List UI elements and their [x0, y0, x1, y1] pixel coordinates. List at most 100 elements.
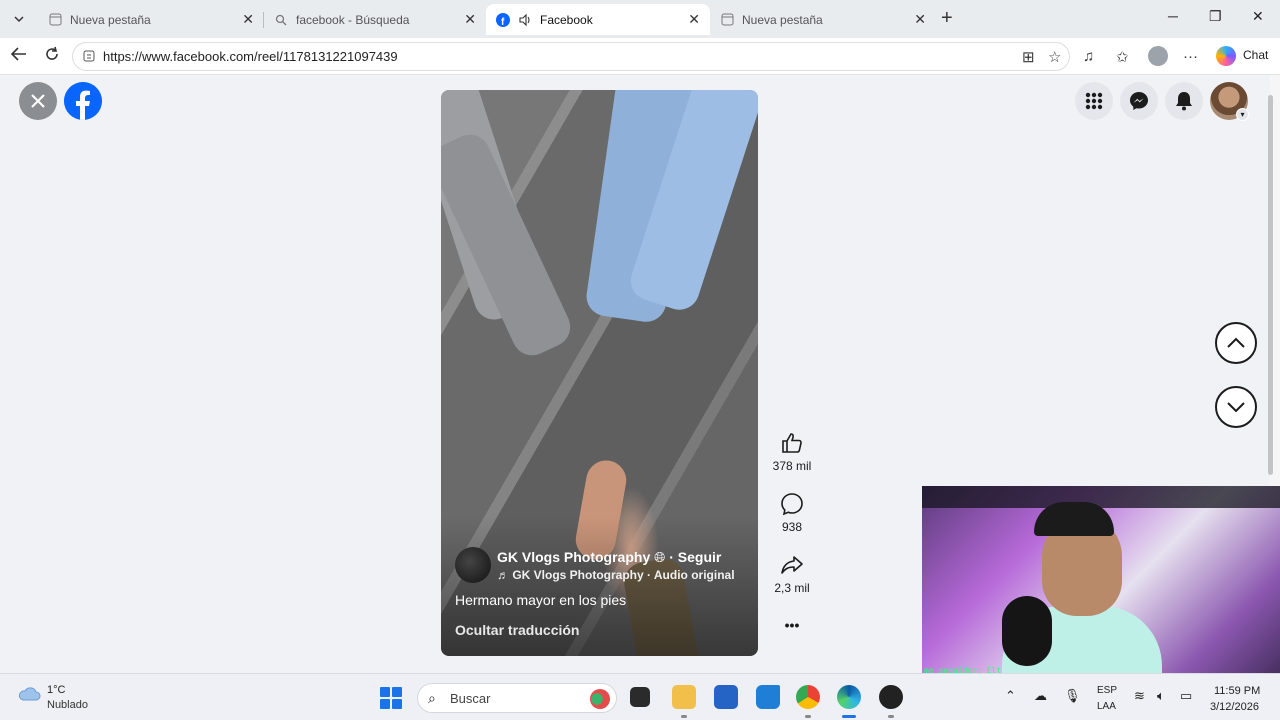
account-caret-icon[interactable]: ▾ — [1236, 108, 1249, 121]
author-line: GK Vlogs Photography 🌐︎ · Seguir — [497, 549, 721, 566]
wifi-icon[interactable]: ≋ — [1134, 688, 1145, 704]
comment-count: 938 — [781, 520, 803, 534]
tab-close-icon[interactable]: ✕ — [464, 11, 476, 28]
webcam-person-cap — [1034, 502, 1114, 536]
chevron-down-icon — [14, 16, 24, 23]
more-menu-icon[interactable]: ··· — [1183, 48, 1198, 65]
volume-icon[interactable]: 🔈︎ — [1157, 688, 1165, 704]
close-icon — [31, 94, 45, 108]
windows-taskbar: 1°C Nublado ⌕ Buscar ⌃ ☁ 🎙︎ ESP LAA ≋ 🔈︎… — [0, 673, 1280, 720]
like-count: 378 mil — [772, 459, 812, 473]
comment-action[interactable]: 938 — [770, 492, 814, 534]
search-highlight-icon — [590, 689, 610, 709]
url-text: https://www.facebook.com/reel/1178131221… — [103, 49, 398, 64]
tray-expand-icon[interactable]: ⌃ — [1005, 688, 1016, 704]
microphone-icon[interactable]: 🎙︎ — [1064, 688, 1081, 704]
favorite-star-icon[interactable]: ☆ — [1048, 48, 1061, 66]
tab-nueva-pestana-2[interactable]: Nueva pestaña ✕ — [710, 4, 936, 35]
media-control-icon[interactable]: ♫ — [1083, 48, 1094, 65]
tab-facebook-busqueda[interactable]: facebook - Búsqueda ✕ — [264, 4, 486, 35]
chat-button[interactable]: Chat — [1243, 48, 1268, 62]
webcam-overlay: mo seguidor: Elt — [922, 486, 1280, 687]
stream-stats-bar — [922, 486, 1280, 508]
task-view-icon[interactable] — [630, 687, 650, 707]
active-indicator — [842, 715, 856, 718]
tab-close-icon[interactable]: ✕ — [242, 11, 254, 28]
webcam-microphone — [1002, 596, 1052, 666]
scrollbar-thumb[interactable] — [1268, 95, 1273, 475]
running-indicator — [888, 715, 894, 718]
author-name[interactable]: GK Vlogs Photography — [497, 549, 650, 565]
running-indicator — [805, 715, 811, 718]
share-action[interactable]: 2,3 mil — [770, 553, 814, 595]
hide-translation-link[interactable]: Ocultar traducción — [455, 622, 579, 638]
back-arrow-icon — [10, 47, 26, 61]
thumbs-up-icon — [782, 433, 802, 453]
share-icon — [781, 556, 803, 574]
search-placeholder: Buscar — [450, 690, 491, 706]
clock-time[interactable]: 11:59 PM — [1214, 685, 1260, 697]
tray-app-icon[interactable]: ☁ — [1034, 688, 1047, 704]
weather-temperature[interactable]: 1°C — [47, 684, 65, 696]
store-icon[interactable] — [714, 685, 738, 709]
comment-icon — [781, 493, 803, 516]
close-window-button[interactable]: ✕ — [1252, 8, 1264, 25]
follow-link[interactable]: · Seguir — [669, 549, 721, 565]
bell-icon — [1176, 92, 1192, 111]
tab-facebook[interactable]: f Facebook ✕ — [486, 4, 710, 35]
edge-icon[interactable] — [837, 685, 861, 709]
clock-date[interactable]: 3/12/2026 — [1210, 701, 1259, 713]
messenger-button[interactable] — [1120, 82, 1158, 120]
messenger-icon — [1130, 92, 1148, 110]
reel-video[interactable]: GK Vlogs Photography 🌐︎ · Seguir ♬ GK Vl… — [441, 90, 758, 656]
author-avatar[interactable] — [455, 547, 491, 583]
refresh-icon — [46, 46, 58, 60]
chrome-icon[interactable] — [796, 685, 820, 709]
audio-link[interactable]: ♬ GK Vlogs Photography · Audio original — [497, 568, 735, 582]
profile-avatar-icon[interactable] — [1148, 46, 1168, 66]
chevron-up-icon — [1227, 337, 1245, 348]
refresh-button[interactable] — [44, 46, 60, 67]
minimize-button[interactable]: ─ — [1168, 8, 1178, 24]
speaker-icon[interactable] — [518, 13, 532, 27]
new-tab-button[interactable]: + — [941, 7, 953, 30]
newtab-icon — [48, 13, 62, 27]
tab-strip: Nueva pestaña ✕ facebook - Búsqueda ✕ f … — [0, 0, 1280, 38]
close-reel-button[interactable] — [19, 82, 57, 120]
favorites-icon[interactable]: ✩ — [1116, 48, 1129, 66]
tab-close-icon[interactable]: ✕ — [688, 11, 700, 28]
app-available-icon[interactable]: ⊞ — [1022, 48, 1035, 66]
taskbar-search[interactable]: ⌕ Buscar — [417, 683, 617, 713]
tab-nueva-pestana-1[interactable]: Nueva pestaña ✕ — [38, 4, 264, 35]
obs-icon[interactable] — [879, 685, 903, 709]
globe-icon: 🌐︎ — [654, 549, 666, 565]
keyboard-layout-indicator[interactable]: LAA — [1097, 701, 1116, 712]
tab-close-icon[interactable]: ✕ — [914, 11, 926, 28]
language-indicator[interactable]: ESP — [1097, 685, 1117, 696]
notifications-button[interactable] — [1165, 82, 1203, 120]
back-button[interactable] — [10, 46, 28, 67]
tab-actions-menu-button[interactable] — [6, 6, 32, 32]
like-action[interactable]: 378 mil — [770, 431, 814, 473]
tab-label: Nueva pestaña — [70, 12, 151, 27]
more-options-button[interactable]: ••• — [770, 617, 814, 633]
cloud-icon[interactable] — [17, 686, 41, 702]
windows-start-icon[interactable] — [380, 687, 402, 709]
outlook-icon[interactable] — [756, 685, 780, 709]
restore-button[interactable]: ❐ — [1209, 8, 1222, 25]
menu-grid-button[interactable] — [1075, 82, 1113, 120]
search-icon: ⌕ — [428, 690, 436, 706]
facebook-logo-icon[interactable] — [64, 82, 102, 120]
grid-menu-icon — [1085, 92, 1103, 110]
previous-reel-button[interactable] — [1215, 322, 1257, 364]
battery-icon[interactable]: ▭ — [1180, 688, 1192, 704]
next-reel-button[interactable] — [1215, 386, 1257, 428]
newtab-icon — [720, 13, 734, 27]
copilot-icon[interactable] — [1216, 46, 1236, 66]
address-bar[interactable]: https://www.facebook.com/reel/1178131221… — [72, 42, 1070, 71]
file-explorer-icon[interactable] — [672, 685, 696, 709]
site-info-icon[interactable] — [82, 49, 96, 63]
reel-caption: Hermano mayor en los pies — [455, 592, 627, 608]
weather-description[interactable]: Nublado — [47, 699, 88, 711]
facebook-icon: f — [496, 12, 510, 27]
